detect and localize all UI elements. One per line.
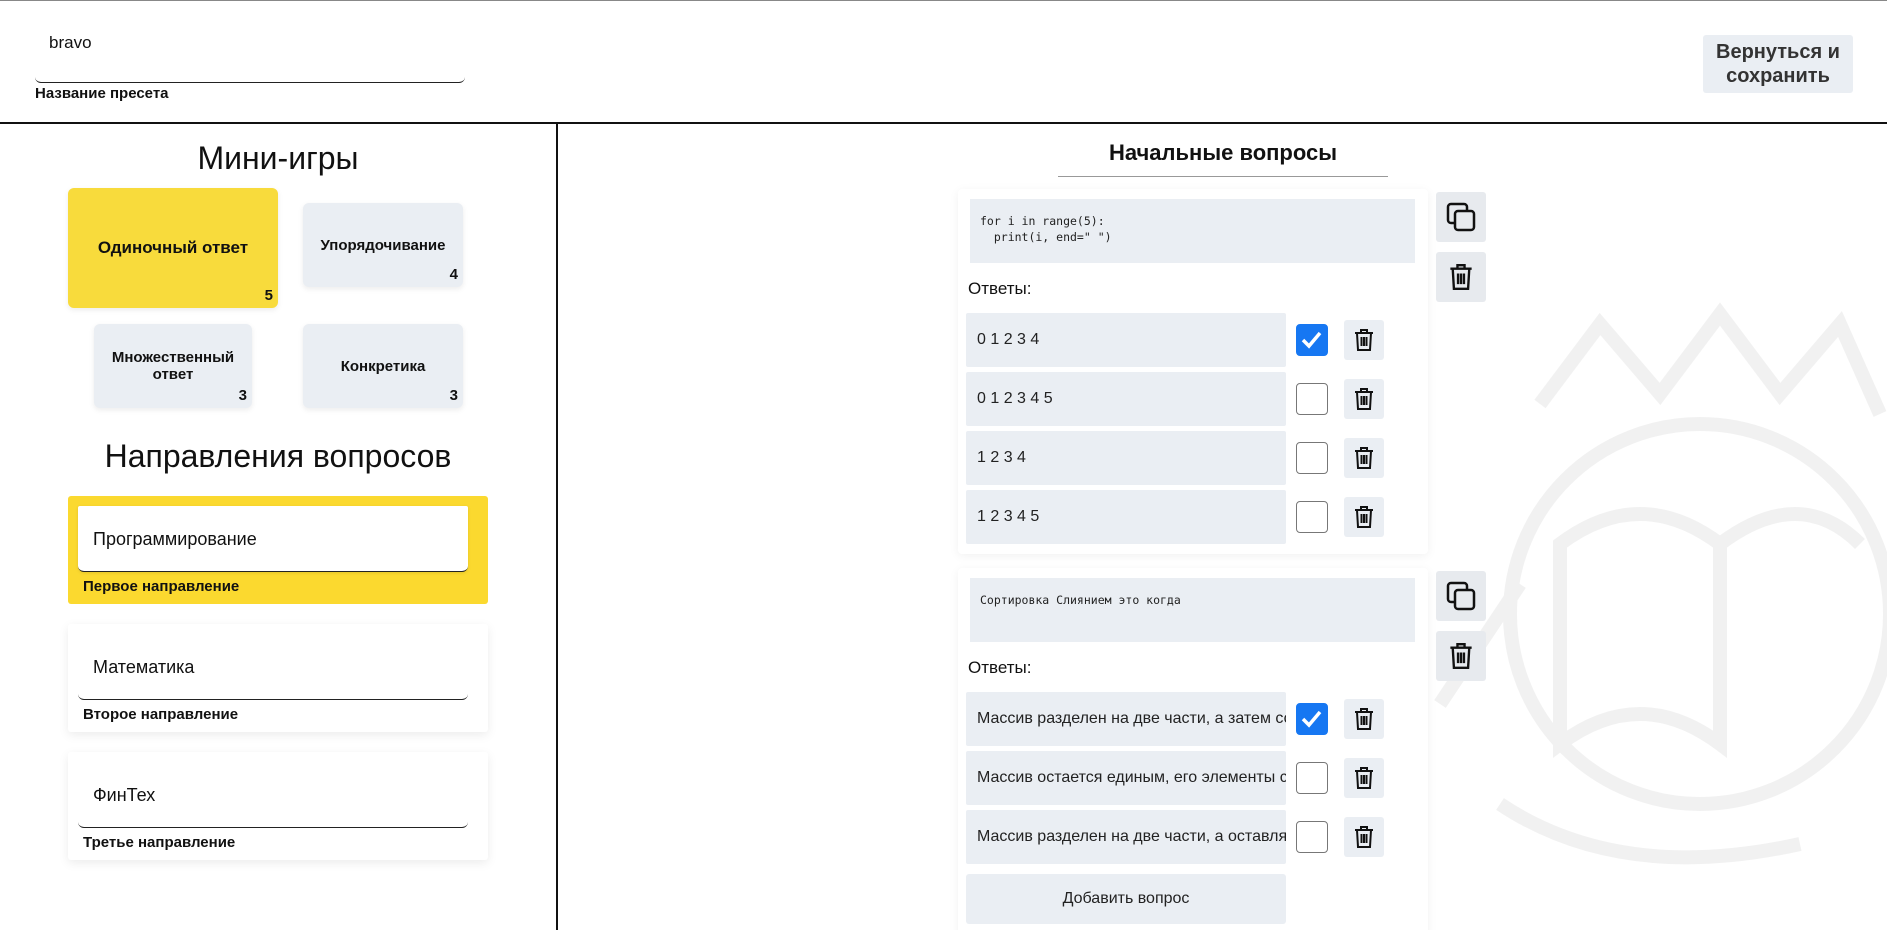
minigame-single-answer[interactable]: Одиночный ответ 5: [68, 188, 278, 308]
direction-card-2: Математика Второе направление: [68, 624, 488, 732]
correct-checkbox[interactable]: [1296, 762, 1328, 794]
delete-answer-button[interactable]: [1344, 438, 1384, 478]
trash-icon: [1355, 826, 1373, 848]
minigame-count: 3: [238, 387, 247, 404]
answer-field[interactable]: Массив разделен на две части, а затем со…: [966, 692, 1286, 746]
preset-name-input[interactable]: [35, 23, 465, 83]
back-and-save-label: Вернуться и сохранить: [1716, 41, 1840, 87]
direction-card-1: Программирование Первое направление: [68, 496, 488, 604]
minigame-label: Одиночный ответ: [97, 238, 249, 257]
correct-checkbox[interactable]: [1296, 324, 1328, 356]
answer-field[interactable]: 0 1 2 3 4 5: [966, 372, 1286, 426]
minigame-specifics[interactable]: Конкретика 3: [303, 324, 463, 408]
trash-icon: [1355, 767, 1373, 789]
watermark-emblem-icon: [1434, 302, 1887, 865]
answer-field[interactable]: Массив разделен на две части, а оставляе…: [966, 810, 1286, 864]
copy-question-button[interactable]: [1436, 192, 1486, 242]
top-bar: Название пресета Вернуться и сохранить: [0, 0, 1887, 124]
delete-answer-button[interactable]: [1344, 699, 1384, 739]
correct-checkbox[interactable]: [1296, 383, 1328, 415]
direction-caption-2: Второе направление: [83, 706, 239, 723]
left-panel: Мини-игры Одиночный ответ 5 Упорядочиван…: [0, 124, 558, 930]
preset-name-caption: Название пресета: [35, 85, 169, 102]
direction-input-2[interactable]: Математика: [78, 634, 468, 700]
delete-question-button[interactable]: [1436, 631, 1486, 681]
minigame-count: 5: [264, 287, 273, 304]
trash-icon: [1355, 447, 1373, 469]
delete-question-button[interactable]: [1436, 252, 1486, 302]
correct-checkbox[interactable]: [1296, 703, 1328, 735]
section-title: Начальные вопросы: [1058, 140, 1388, 177]
direction-input-3[interactable]: ФинТех: [78, 762, 468, 828]
checkmark-icon: [1301, 710, 1322, 728]
answer-field[interactable]: Массив остается единым, его элементы сра…: [966, 751, 1286, 805]
trash-icon: [1355, 388, 1373, 410]
copy-icon: [1446, 202, 1476, 232]
answer-field[interactable]: 1 2 3 4: [966, 431, 1286, 485]
back-and-save-button[interactable]: Вернуться и сохранить: [1703, 35, 1853, 93]
delete-answer-button[interactable]: [1344, 379, 1384, 419]
minigames-title: Мини-игры: [197, 140, 359, 176]
question-text-1[interactable]: for i in range(5): print(i, end=" "): [970, 199, 1415, 263]
preset-name-field: Название пресета: [35, 23, 465, 102]
delete-answer-button[interactable]: [1344, 497, 1384, 537]
delete-answer-button[interactable]: [1344, 817, 1384, 857]
checkmark-icon: [1301, 331, 1322, 349]
answers-label: Ответы:: [968, 658, 1032, 677]
answer-field[interactable]: 1 2 3 4 5: [966, 490, 1286, 544]
answer-field[interactable]: 0 1 2 3 4: [966, 313, 1286, 367]
direction-caption-1: Первое направление: [83, 578, 240, 595]
trash-icon: [1355, 329, 1373, 351]
question-card-1: for i in range(5): print(i, end=" ") Отв…: [958, 189, 1428, 554]
correct-checkbox[interactable]: [1296, 821, 1328, 853]
delete-answer-button[interactable]: [1344, 320, 1384, 360]
correct-checkbox[interactable]: [1296, 442, 1328, 474]
answers-label: Ответы:: [968, 279, 1032, 298]
copy-question-button[interactable]: [1436, 571, 1486, 621]
direction-card-3: ФинТех Третье направление: [68, 752, 488, 860]
question-card-2: Сортировка Слиянием это когда Ответы: Ма…: [958, 568, 1428, 930]
delete-answer-button[interactable]: [1344, 758, 1384, 798]
questions-panel: Начальные вопросы for i in range(5): pri…: [560, 124, 1887, 930]
question-text-2[interactable]: Сортировка Слиянием это когда: [970, 578, 1415, 642]
minigame-count: 4: [449, 266, 458, 283]
trash-icon: [1355, 708, 1373, 730]
directions-title: Направления вопросов: [104, 438, 452, 474]
direction-caption-3: Третье направление: [83, 834, 236, 851]
trash-icon: [1450, 264, 1472, 290]
copy-icon: [1446, 581, 1476, 611]
add-question-button[interactable]: Добавить вопрос: [966, 874, 1286, 924]
trash-icon: [1450, 643, 1472, 669]
trash-icon: [1355, 506, 1373, 528]
correct-checkbox[interactable]: [1296, 501, 1328, 533]
minigame-label: Упорядочивание: [320, 236, 446, 254]
minigame-label: Конкретика: [340, 357, 426, 375]
minigame-ordering[interactable]: Упорядочивание 4: [303, 203, 463, 287]
minigame-count: 3: [449, 387, 458, 404]
minigame-label: Множественный ответ: [111, 349, 235, 383]
direction-input-1[interactable]: Программирование: [78, 506, 468, 572]
minigame-multiple-answer[interactable]: Множественный ответ 3: [94, 324, 252, 408]
